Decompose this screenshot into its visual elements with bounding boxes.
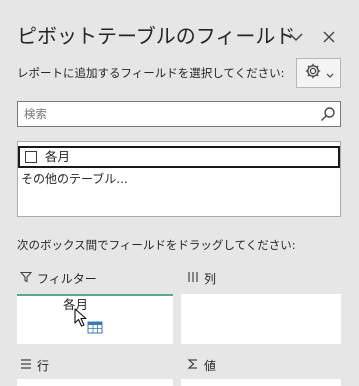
dropdown-caret-icon	[326, 64, 334, 83]
settings-button[interactable]	[296, 58, 341, 88]
choose-fields-label: レポートに追加するフィールドを選択してください:	[17, 66, 285, 80]
rows-drop-area[interactable]	[17, 379, 173, 386]
rows-icon	[20, 358, 32, 374]
values-area-header: 値	[187, 358, 216, 374]
values-area-label: 値	[204, 359, 217, 373]
drag-hint-label: 次のボックス間でフィールドをドラッグしてください:	[17, 238, 296, 252]
close-icon[interactable]	[318, 26, 340, 48]
filter-icon	[19, 271, 33, 287]
search-box[interactable]	[17, 101, 341, 127]
drag-cursor-icon	[72, 307, 110, 337]
columns-icon	[187, 271, 199, 287]
field-checkbox[interactable]	[25, 151, 37, 163]
search-icon[interactable]	[318, 104, 338, 124]
field-list: 各月 その他のテーブル...	[17, 141, 341, 217]
columns-drop-area[interactable]	[181, 294, 341, 344]
other-tables-link[interactable]: その他のテーブル...	[21, 171, 128, 187]
gear-icon	[304, 62, 322, 84]
filter-area-header: フィルター	[19, 271, 97, 287]
field-item-kakutsuki[interactable]: 各月	[18, 146, 340, 168]
rows-area-header: 行	[20, 358, 49, 374]
chevron-down-icon[interactable]	[285, 26, 307, 48]
columns-area-header: 列	[187, 271, 216, 287]
columns-area-label: 列	[204, 272, 217, 286]
values-drop-area[interactable]	[181, 379, 341, 386]
rows-area-label: 行	[37, 359, 50, 373]
sigma-icon	[187, 358, 199, 374]
panel-title: ピボットテーブルのフィールド	[17, 24, 296, 48]
filter-area-label: フィルター	[37, 272, 97, 286]
field-label: 各月	[45, 149, 71, 164]
search-input[interactable]	[18, 102, 308, 126]
